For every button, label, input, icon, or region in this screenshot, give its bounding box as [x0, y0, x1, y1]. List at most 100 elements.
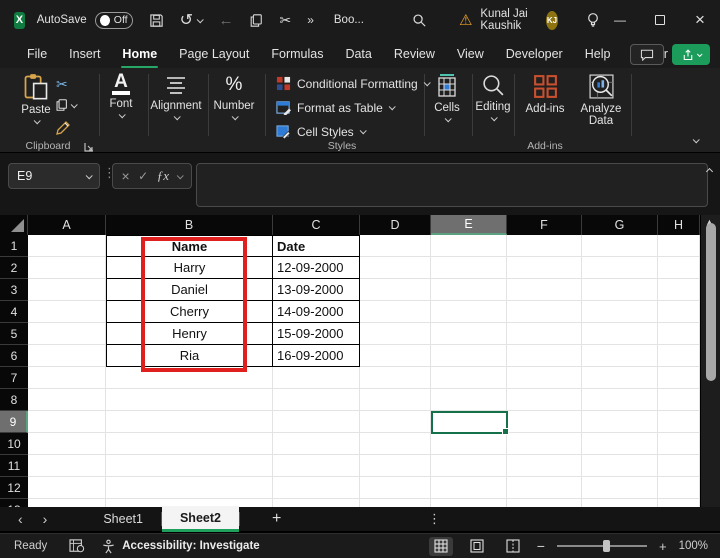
cell-G6[interactable]	[582, 345, 658, 367]
cell-F2[interactable]	[507, 257, 582, 279]
cell-G13[interactable]	[582, 499, 658, 507]
column-header-B[interactable]: B	[106, 215, 273, 235]
cell-H9[interactable]	[658, 411, 700, 433]
row-header-9[interactable]: 9	[0, 411, 28, 433]
cell-A2[interactable]	[28, 257, 106, 279]
cell-C5[interactable]: 15-09-2000	[273, 323, 360, 345]
user-name[interactable]: Kunal Jai Kaushik	[480, 8, 538, 32]
zoom-slider[interactable]	[557, 545, 647, 547]
column-header-F[interactable]: F	[507, 215, 582, 235]
cell-B12[interactable]	[106, 477, 273, 499]
cell-F1[interactable]	[507, 235, 582, 257]
addins-button[interactable]: Add-ins	[519, 73, 571, 115]
cell-G7[interactable]	[582, 367, 658, 389]
save-icon[interactable]	[149, 13, 164, 28]
cell-C10[interactable]	[273, 433, 360, 455]
cell-E12[interactable]	[431, 477, 507, 499]
row-header-10[interactable]: 10	[0, 433, 28, 455]
cell-D13[interactable]	[360, 499, 431, 507]
comments-button[interactable]	[630, 44, 664, 65]
format-painter-button[interactable]	[56, 120, 72, 136]
cell-H5[interactable]	[658, 323, 700, 345]
cell-B3[interactable]: Daniel	[106, 279, 273, 301]
vertical-scrollbar[interactable]: ▲	[700, 215, 720, 507]
cell-A1[interactable]	[28, 235, 106, 257]
menu-item-page-layout[interactable]: Page Layout	[168, 43, 260, 65]
cell-F11[interactable]	[507, 455, 582, 477]
cell-A8[interactable]	[28, 389, 106, 411]
menu-item-file[interactable]: File	[16, 43, 58, 65]
cell-G10[interactable]	[582, 433, 658, 455]
cell-C4[interactable]: 14-09-2000	[273, 301, 360, 323]
document-title[interactable]: Boo...	[334, 14, 364, 26]
menu-item-formulas[interactable]: Formulas	[260, 43, 334, 65]
styles-item-format-as-table[interactable]: Format as Table	[276, 100, 394, 115]
cell-B4[interactable]: Cherry	[106, 301, 273, 323]
cell-E10[interactable]	[431, 433, 507, 455]
active-cell-outline[interactable]	[431, 411, 508, 434]
page-layout-view-button[interactable]	[465, 537, 489, 556]
cell-B9[interactable]	[106, 411, 273, 433]
cell-D3[interactable]	[360, 279, 431, 301]
row-header-1[interactable]: 1	[0, 235, 28, 257]
cell-H12[interactable]	[658, 477, 700, 499]
lightbulb-icon[interactable]	[586, 12, 600, 28]
cell-E7[interactable]	[431, 367, 507, 389]
select-all-corner[interactable]	[0, 215, 28, 235]
maximize-button[interactable]	[640, 0, 680, 40]
column-header-G[interactable]: G	[582, 215, 658, 235]
row-header-11[interactable]: 11	[0, 455, 28, 477]
cell-E6[interactable]	[431, 345, 507, 367]
cell-A11[interactable]	[28, 455, 106, 477]
cell-H11[interactable]	[658, 455, 700, 477]
row-header-3[interactable]: 3	[0, 279, 28, 301]
cell-B10[interactable]	[106, 433, 273, 455]
cell-G5[interactable]	[582, 323, 658, 345]
cell-F7[interactable]	[507, 367, 582, 389]
cell-A5[interactable]	[28, 323, 106, 345]
cell-G1[interactable]	[582, 235, 658, 257]
cell-D6[interactable]	[360, 345, 431, 367]
row-header-13[interactable]: 13	[0, 499, 28, 507]
cell-C2[interactable]: 12-09-2000	[273, 257, 360, 279]
close-button[interactable]: ×	[680, 0, 720, 40]
page-break-view-button[interactable]	[501, 537, 525, 556]
share-button[interactable]	[672, 44, 710, 65]
cell-D12[interactable]	[360, 477, 431, 499]
cell-G8[interactable]	[582, 389, 658, 411]
cell-H3[interactable]	[658, 279, 700, 301]
cell-G12[interactable]	[582, 477, 658, 499]
zoom-slider-thumb[interactable]	[603, 540, 610, 552]
cell-F6[interactable]	[507, 345, 582, 367]
warning-icon[interactable]: ⚠	[459, 11, 472, 29]
cell-D8[interactable]	[360, 389, 431, 411]
cell-B5[interactable]: Henry	[106, 323, 273, 345]
cell-C11[interactable]	[273, 455, 360, 477]
cell-G11[interactable]	[582, 455, 658, 477]
cell-F13[interactable]	[507, 499, 582, 507]
cell-F12[interactable]	[507, 477, 582, 499]
alignment-group-button[interactable]: Alignment	[146, 73, 206, 120]
cell-F8[interactable]	[507, 389, 582, 411]
row-header-5[interactable]: 5	[0, 323, 28, 345]
styles-item-conditional-formatting[interactable]: Conditional Formatting	[276, 76, 429, 91]
add-sheet-button[interactable]: +	[272, 510, 281, 528]
cell-C9[interactable]	[273, 411, 360, 433]
vertical-scroll-thumb[interactable]	[706, 223, 716, 381]
number-group-button[interactable]: % Number	[208, 73, 260, 120]
avatar[interactable]: KJ	[546, 11, 558, 30]
cell-D10[interactable]	[360, 433, 431, 455]
cell-B8[interactable]	[106, 389, 273, 411]
formula-input[interactable]	[196, 163, 708, 207]
editing-group-button[interactable]: Editing	[467, 73, 519, 121]
zoom-level[interactable]: 100%	[679, 540, 708, 552]
cell-E3[interactable]	[431, 279, 507, 301]
macro-record-icon[interactable]	[69, 539, 85, 553]
row-header-2[interactable]: 2	[0, 257, 28, 279]
cell-E11[interactable]	[431, 455, 507, 477]
minimize-button[interactable]: —	[600, 0, 640, 40]
search-icon[interactable]	[412, 13, 427, 28]
sheet-prev-icon[interactable]: ‹	[8, 511, 33, 527]
cell-H6[interactable]	[658, 345, 700, 367]
clipboard-dialog-launcher[interactable]	[84, 142, 94, 152]
